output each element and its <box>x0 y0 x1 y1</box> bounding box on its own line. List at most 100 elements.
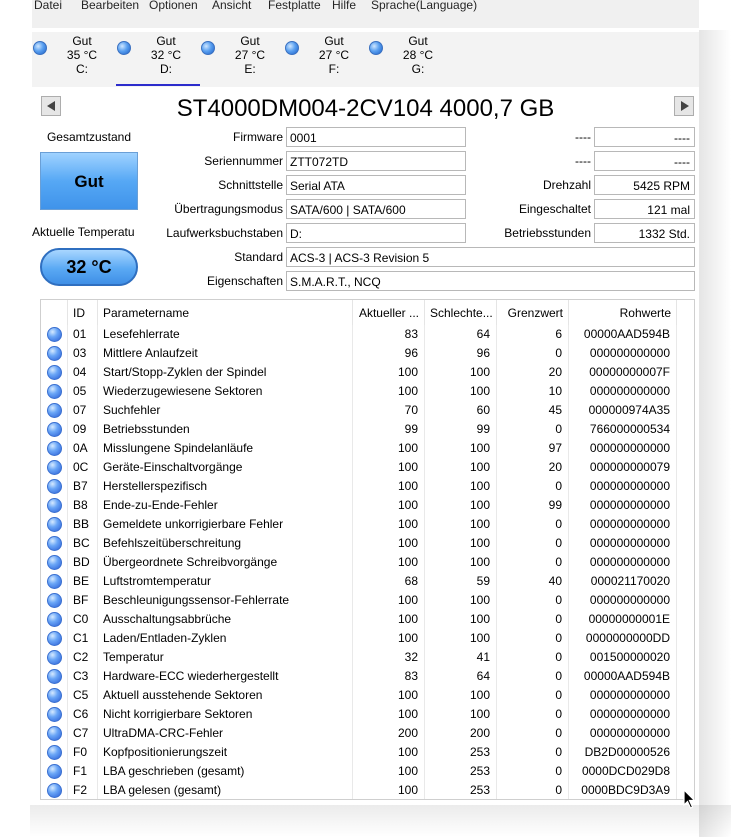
table-row[interactable]: BE Luftstromtemperatur 68 59 40 000021170020 <box>41 572 694 591</box>
cell-threshold: 0 <box>497 781 569 799</box>
cell-threshold: 0 <box>497 743 569 762</box>
disk-tab-g[interactable]: Gut 28 °C G: <box>368 34 452 86</box>
cell-name: Ausschaltungsabbrüche <box>98 610 353 629</box>
table-row[interactable]: C2 Temperatur 32 41 0 001500000020 <box>41 648 694 667</box>
cell-worst: 99 <box>425 420 497 439</box>
cell-id: C6 <box>68 705 98 724</box>
table-row[interactable]: 0A Misslungene Spindelanläufe 100 100 97 0000… <box>41 439 694 458</box>
power-on-count-field: 121 mal <box>594 199 695 219</box>
table-row[interactable]: C6 Nicht korrigierbare Sektoren 100 100 0 000… <box>41 705 694 724</box>
table-row[interactable]: F2 LBA gelesen (gesamt) 100 253 0 0000BDC9D3A… <box>41 781 694 799</box>
table-row[interactable]: 03 Mittlere Anlaufzeit 96 96 0 000000000000 <box>41 344 694 363</box>
table-row[interactable]: BC Befehlszeitüberschreitung 100 100 0 000000… <box>41 534 694 553</box>
drive-letters-field: D: <box>286 223 466 243</box>
cell-status <box>41 363 68 382</box>
disk-letter: D: <box>160 62 172 76</box>
menu-disk[interactable]: Festplatte <box>268 0 321 12</box>
table-row[interactable]: BF Beschleunigungssensor-Fehlerrate 100 100… <box>41 591 694 610</box>
table-row[interactable]: B8 Ende-zu-Ende-Fehler 100 100 99 00000000000… <box>41 496 694 515</box>
cell-id: BE <box>68 572 98 591</box>
disk-letter: G: <box>411 62 425 76</box>
right-label-1: ---- <box>575 130 591 144</box>
cell-id: 07 <box>68 401 98 420</box>
drive-letters-label: Laufwerksbuchstaben <box>166 226 283 240</box>
cell-id: BF <box>68 591 98 610</box>
table-row[interactable]: 09 Betriebsstunden 99 99 0 766000000534 <box>41 420 694 439</box>
cell-name: Aktuell ausstehende Sektoren <box>98 686 353 705</box>
cell-threshold: 0 <box>497 610 569 629</box>
cell-worst: 253 <box>425 781 497 799</box>
rotation-rate-label: Drehzahl <box>542 178 591 192</box>
table-row[interactable]: BB Gemeldete unkorrigierbare Fehler 100 100… <box>41 515 694 534</box>
column-header-id[interactable]: ID <box>68 300 98 325</box>
menu-help[interactable]: Hilfe <box>332 0 356 12</box>
table-row[interactable]: 05 Wiederzugewiesene Sektoren 100 100 10 0000… <box>41 382 694 401</box>
cell-threshold: 0 <box>497 344 569 363</box>
smart-attributes-table[interactable]: ID Parametername Aktueller ... Schlechte… <box>40 299 695 800</box>
table-row[interactable]: C7 UltraDMA-CRC-Fehler 200 200 0 000000000000 <box>41 724 694 743</box>
column-header-threshold[interactable]: Grenzwert <box>497 300 569 325</box>
table-row[interactable]: C1 Laden/Entladen-Zyklen 100 100 0 0000000000… <box>41 629 694 648</box>
menu-language[interactable]: Sprache(Language) <box>371 0 477 12</box>
mouse-cursor-icon <box>683 789 696 809</box>
table-row[interactable]: C0 Ausschaltungsabbrüche 100 100 0 0000000000… <box>41 610 694 629</box>
cell-raw: 0000DCD029D8 <box>569 762 677 781</box>
cell-threshold: 0 <box>497 477 569 496</box>
cell-threshold: 0 <box>497 534 569 553</box>
cell-status <box>41 382 68 401</box>
cell-worst: 100 <box>425 515 497 534</box>
table-row[interactable]: 04 Start/Stopp-Zyklen der Spindel 100 100 20… <box>41 363 694 382</box>
cell-raw: 000000000079 <box>569 458 677 477</box>
table-row[interactable]: F1 LBA geschrieben (gesamt) 100 253 0 0000DCD… <box>41 762 694 781</box>
menu-edit[interactable]: Bearbeiten <box>81 0 139 12</box>
power-on-count-label: Eingeschaltet <box>518 202 591 216</box>
table-row[interactable]: 01 Lesefehlerrate 83 64 6 00000AAD594B <box>41 325 694 344</box>
cell-id: C2 <box>68 648 98 667</box>
health-status-badge[interactable]: Gut <box>40 152 138 210</box>
cell-id: 01 <box>68 325 98 344</box>
table-row[interactable]: F0 Kopfpositionierungszeit 100 253 0 DB2D0000… <box>41 743 694 762</box>
cell-name: Temperatur <box>98 648 353 667</box>
cell-raw: 000021170020 <box>569 572 677 591</box>
menu-options[interactable]: Optionen <box>149 0 198 12</box>
cell-current: 70 <box>353 401 425 420</box>
disk-tab-e[interactable]: Gut 27 °C E: <box>200 34 284 86</box>
column-header-status[interactable] <box>41 300 68 325</box>
disk-tab-c[interactable]: Gut 35 °C C: <box>32 34 116 86</box>
cell-threshold: 0 <box>497 515 569 534</box>
cell-raw: 000000000000 <box>569 553 677 572</box>
cell-worst: 100 <box>425 705 497 724</box>
temperature-label: Aktuelle Temperatu <box>32 225 135 239</box>
cell-id: 03 <box>68 344 98 363</box>
drive-title: ST4000DM004-2CV104 4000,7 GB <box>176 95 555 122</box>
table-row[interactable]: 07 Suchfehler 70 60 45 000000974A35 <box>41 401 694 420</box>
cell-worst: 253 <box>425 762 497 781</box>
cell-worst: 100 <box>425 610 497 629</box>
table-row[interactable]: B7 Herstellerspezifisch 100 100 0 00000000000… <box>41 477 694 496</box>
menu-view[interactable]: Ansicht <box>212 0 251 12</box>
cell-worst: 100 <box>425 477 497 496</box>
column-header-current[interactable]: Aktueller ... <box>353 300 425 325</box>
disk-tab-f[interactable]: Gut 27 °C F: <box>284 34 368 86</box>
table-row[interactable]: BD Übergeordnete Schreibvorgänge 100 100 0 00… <box>41 553 694 572</box>
column-header-raw[interactable]: Rohwerte <box>569 300 677 325</box>
table-row[interactable]: C5 Aktuell ausstehende Sektoren 100 100 0 000… <box>41 686 694 705</box>
cell-id: F2 <box>68 781 98 799</box>
status-orb-icon <box>47 612 62 627</box>
cell-name: Start/Stopp-Zyklen der Spindel <box>98 363 353 382</box>
status-orb-icon <box>47 327 62 342</box>
column-header-name[interactable]: Parametername <box>98 300 353 325</box>
cell-name: Geräte-Einschaltvorgänge <box>98 458 353 477</box>
table-body: 01 Lesefehlerrate 83 64 6 00000AAD594B 03 Mittl… <box>41 325 694 799</box>
menu-file[interactable]: Datei <box>34 0 62 12</box>
table-row[interactable]: C3 Hardware-ECC wiederhergestellt 83 64 0 000… <box>41 667 694 686</box>
cell-id: F0 <box>68 743 98 762</box>
disk-tab-d[interactable]: Gut 32 °C D: <box>116 34 200 86</box>
cell-raw: 000000000000 <box>569 591 677 610</box>
status-orb-icon <box>47 479 62 494</box>
cell-current: 100 <box>353 686 425 705</box>
status-orb-icon <box>47 669 62 684</box>
table-row[interactable]: 0C Geräte-Einschaltvorgänge 100 100 20 000000… <box>41 458 694 477</box>
column-header-worst[interactable]: Schlechte... <box>425 300 497 325</box>
cell-id: C7 <box>68 724 98 743</box>
